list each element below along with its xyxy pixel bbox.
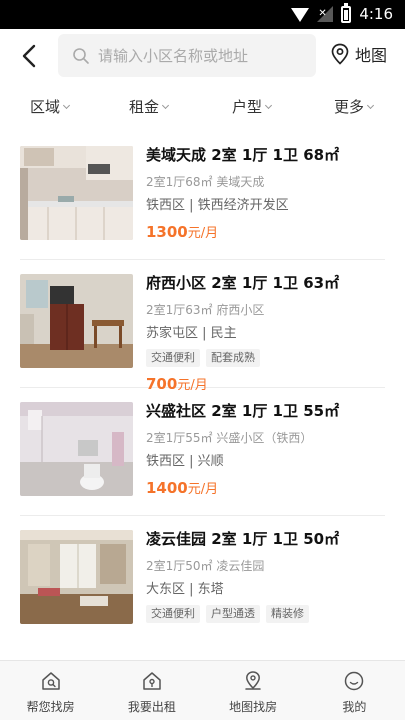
listing-tag: 交通便利 — [146, 605, 200, 623]
listing-photo — [20, 530, 133, 624]
filter-rent[interactable]: 租金 — [129, 96, 170, 117]
filter-bar: 区域 租金 户型 更多 — [0, 88, 405, 126]
listing-item[interactable]: 美域天成 2室 1厅 1卫 68㎡ 2室1厅68㎡ 美域天成 铁西区 | 铁西经… — [20, 132, 385, 260]
listing-title: 美域天成 2室 1厅 1卫 68㎡ — [146, 146, 340, 164]
listing-item[interactable]: 兴盛社区 2室 1厅 1卫 55㎡ 2室1厅55㎡ 兴盛小区（铁西） 铁西区 |… — [20, 388, 385, 516]
listing-location: 苏家屯区 | 民主 — [146, 326, 237, 341]
listing-item[interactable]: 凌云佳园 2室 1厅 1卫 50㎡ 2室1厅50㎡ 凌云佳园 大东区 | 东塔 … — [20, 516, 385, 644]
filter-more[interactable]: 更多 — [334, 96, 375, 117]
filter-label: 租金 — [129, 98, 160, 116]
header: 地图 — [0, 29, 405, 84]
listing-summary: 2室1厅68㎡ 美域天成 — [146, 175, 265, 189]
listing-tag: 配套成熟 — [206, 349, 260, 367]
listing-list: 美域天成 2室 1厅 1卫 68㎡ 2室1厅68㎡ 美域天成 铁西区 | 铁西经… — [0, 132, 405, 660]
listing-tags: 交通便利 户型通透 精装修 — [146, 605, 385, 623]
listing-price: 1300元/月 — [146, 221, 385, 245]
listing-title: 凌云佳园 2室 1厅 1卫 50㎡ — [146, 530, 340, 548]
listing-info: 凌云佳园 2室 1厅 1卫 50㎡ 2室1厅50㎡ 凌云佳园 大东区 | 东塔 … — [146, 526, 385, 623]
listing-tag: 户型通透 — [206, 605, 260, 623]
nav-profile[interactable]: 我的 — [304, 661, 405, 720]
filter-label: 户型 — [232, 98, 263, 116]
search-input[interactable] — [98, 46, 308, 65]
battery-icon — [341, 2, 352, 23]
listing-photo — [20, 402, 133, 496]
chevron-down-icon — [366, 101, 375, 109]
listing-tags: 交通便利 配套成熟 — [146, 349, 385, 367]
search-box[interactable] — [58, 34, 316, 77]
status-time: 4:16 — [359, 5, 393, 23]
listing-location: 铁西区 | 铁西经济开发区 — [146, 198, 289, 213]
search-icon — [73, 47, 89, 64]
nav-rent-out[interactable]: 我要出租 — [101, 661, 202, 720]
listing-photo — [20, 146, 133, 240]
listing-photo — [20, 274, 133, 368]
map-label: 地图 — [355, 46, 388, 65]
nav-label: 地图找房 — [229, 700, 278, 714]
price-unit: 元/月 — [187, 482, 219, 497]
listing-title: 兴盛社区 2室 1厅 1卫 55㎡ — [146, 402, 340, 420]
nav-label: 帮您找房 — [26, 700, 75, 714]
listing-summary: 2室1厅50㎡ 凌云佳园 — [146, 559, 265, 573]
listing-info: 府西小区 2室 1厅 1卫 63㎡ 2室1厅63㎡ 府西小区 苏家屯区 | 民主… — [146, 270, 385, 397]
profile-icon — [345, 671, 364, 691]
wifi-icon — [291, 8, 310, 22]
no-signal-icon: ✕ — [317, 6, 334, 22]
back-button[interactable] — [14, 39, 44, 73]
listing-item[interactable]: 府西小区 2室 1厅 1卫 63㎡ 2室1厅63㎡ 府西小区 苏家屯区 | 民主… — [20, 260, 385, 393]
listing-info: 美域天成 2室 1厅 1卫 68㎡ 2室1厅68㎡ 美域天成 铁西区 | 铁西经… — [146, 142, 385, 245]
kitchen-photo — [20, 146, 133, 240]
chevron-down-icon — [62, 101, 71, 109]
nav-label: 我的 — [342, 700, 367, 714]
chevron-down-icon — [161, 101, 170, 109]
listing-tag: 交通便利 — [146, 349, 200, 367]
filter-label: 区域 — [30, 98, 61, 116]
listing-tag: 精装修 — [266, 605, 309, 623]
bottom-nav: 帮您找房 我要出租 地图找房 我的 — [0, 660, 405, 720]
listing-location: 铁西区 | 兴顺 — [146, 454, 224, 469]
listing-location: 大东区 | 东塔 — [146, 582, 224, 597]
price-value: 1400 — [146, 479, 188, 497]
chevron-down-icon — [264, 101, 273, 109]
house-rent-icon — [143, 672, 161, 690]
nav-map-search[interactable]: 地图找房 — [203, 661, 304, 720]
listing-summary: 2室1厅63㎡ 府西小区 — [146, 303, 265, 317]
map-pin-icon — [245, 671, 261, 690]
filter-area[interactable]: 区域 — [30, 96, 71, 117]
listing-title: 府西小区 2室 1厅 1卫 63㎡ — [146, 274, 340, 292]
price-unit: 元/月 — [187, 226, 219, 241]
nav-label: 我要出租 — [127, 700, 176, 714]
back-arrow-icon — [22, 44, 36, 68]
filter-label: 更多 — [334, 98, 365, 116]
filter-layout[interactable]: 户型 — [232, 96, 273, 117]
house-search-icon — [41, 672, 60, 690]
price-value: 1300 — [146, 223, 188, 241]
bedroom-photo — [20, 274, 133, 368]
map-button[interactable]: 地图 — [330, 42, 387, 66]
living-room-photo — [20, 530, 133, 624]
bathroom-photo — [20, 402, 133, 496]
listing-info: 兴盛社区 2室 1厅 1卫 55㎡ 2室1厅55㎡ 兴盛小区（铁西） 铁西区 |… — [146, 398, 385, 501]
nav-find-house[interactable]: 帮您找房 — [0, 661, 101, 720]
listing-price: 1400元/月 — [146, 477, 385, 501]
status-icons: ✕ 4:16 — [291, 2, 393, 23]
map-pin-icon — [331, 43, 349, 65]
listing-summary: 2室1厅55㎡ 兴盛小区（铁西） — [146, 431, 313, 445]
status-bar: ✕ 4:16 — [0, 0, 405, 29]
